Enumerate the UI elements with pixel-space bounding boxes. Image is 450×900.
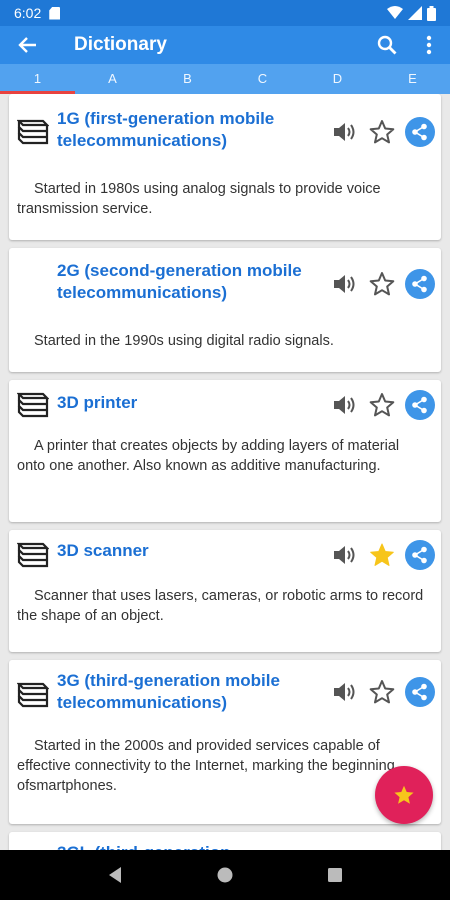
- system-nav-bar: [0, 850, 450, 900]
- status-icons: [387, 5, 436, 21]
- share-button[interactable]: [405, 117, 435, 147]
- share-icon: [412, 123, 427, 141]
- alphabet-tabs: 1 A B C D E: [0, 64, 450, 94]
- tab-c[interactable]: C: [225, 64, 300, 94]
- entry-term: 2G (second-generation mobile telecommuni…: [57, 261, 302, 302]
- tab-d[interactable]: D: [300, 64, 375, 94]
- more-options-button[interactable]: [408, 26, 450, 64]
- star-outline-icon[interactable]: [369, 679, 395, 705]
- app-bar: Dictionary: [0, 26, 450, 64]
- wifi-icon: [387, 6, 403, 19]
- share-button[interactable]: [405, 269, 435, 299]
- entry-definition: Started in 1980s using analog signals to…: [17, 181, 381, 217]
- nav-back-icon[interactable]: [107, 866, 123, 884]
- speaker-icon[interactable]: [331, 392, 357, 418]
- share-button[interactable]: [405, 677, 435, 707]
- share-icon: [412, 396, 427, 414]
- more-vert-icon: [426, 35, 432, 55]
- entry-term: 3GL (third-generation: [57, 842, 327, 850]
- arrow-back-icon: [18, 37, 36, 53]
- share-icon: [412, 683, 427, 701]
- tab-1[interactable]: 1: [0, 64, 75, 94]
- app-bar-actions: [366, 26, 450, 64]
- status-time: 6:02: [14, 5, 42, 21]
- search-icon: [377, 35, 397, 55]
- entry-definition: A printer that creates objects by adding…: [17, 438, 400, 474]
- list-item[interactable]: 3D scanner Scanner that uses lasers, cam…: [9, 530, 441, 652]
- dictionary-list: 1G (first-generation mobile telecommunic…: [0, 94, 450, 850]
- search-button[interactable]: [366, 26, 408, 64]
- nav-recents-icon[interactable]: [327, 867, 343, 883]
- list-item[interactable]: 3D printer A printer that creates object…: [9, 380, 441, 522]
- page-title: Dictionary: [74, 34, 167, 55]
- speaker-icon[interactable]: [331, 679, 357, 705]
- book-icon: [17, 392, 49, 418]
- star-outline-icon[interactable]: [369, 392, 395, 418]
- entry-definition: Started in the 1990s using digital radio…: [34, 333, 334, 349]
- tab-e[interactable]: E: [375, 64, 450, 94]
- book-icon: [17, 119, 49, 145]
- back-button[interactable]: [0, 26, 56, 64]
- speaker-icon[interactable]: [331, 119, 357, 145]
- book-icon: [17, 682, 49, 708]
- share-icon: [412, 546, 427, 564]
- star-outline-icon[interactable]: [369, 119, 395, 145]
- entry-definition: Scanner that uses lasers, cameras, or ro…: [17, 588, 424, 624]
- tab-a[interactable]: A: [75, 64, 150, 94]
- signal-icon: [408, 6, 422, 20]
- nav-home-icon[interactable]: [216, 866, 234, 884]
- status-bar: 6:02: [0, 0, 450, 26]
- entry-term: 3G (third-generation mobile telecommunic…: [57, 671, 280, 712]
- book-icon: [17, 542, 49, 568]
- entry-term: 3D scanner: [57, 541, 149, 560]
- list-item[interactable]: 2G (second-generation mobile telecommuni…: [9, 248, 441, 452]
- list-item[interactable]: 3GL (third-generation: [9, 832, 441, 850]
- list-item[interactable]: 1G (first-generation mobile telecommunic…: [9, 94, 441, 240]
- entry-term: 1G (first-generation mobile telecommunic…: [57, 109, 275, 150]
- speaker-icon[interactable]: [331, 542, 357, 568]
- star-filled-icon[interactable]: [369, 542, 395, 568]
- entry-term: 3D printer: [57, 393, 138, 412]
- star-icon: [394, 785, 414, 804]
- speaker-icon[interactable]: [331, 271, 357, 297]
- sd-card-icon: [49, 6, 61, 20]
- tab-b[interactable]: B: [150, 64, 225, 94]
- battery-icon: [427, 5, 436, 21]
- share-button[interactable]: [405, 540, 435, 570]
- entry-definition: Started in the 2000s and provided servic…: [17, 738, 395, 794]
- share-button[interactable]: [405, 390, 435, 420]
- share-icon: [412, 275, 427, 293]
- favorites-fab[interactable]: [375, 766, 433, 824]
- star-outline-icon[interactable]: [369, 271, 395, 297]
